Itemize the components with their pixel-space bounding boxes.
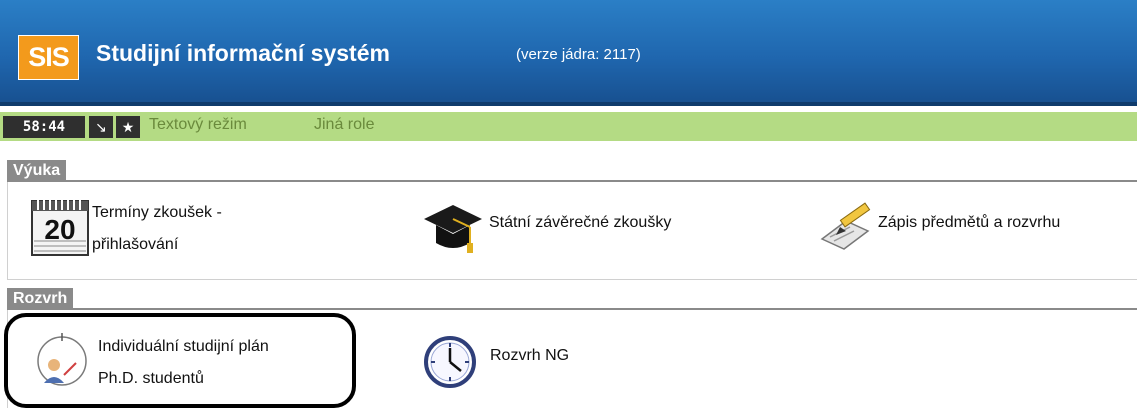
pencil-clipboard-icon [818, 201, 874, 262]
course-registration-item[interactable]: Zápis předmětů a rozvrhu [818, 201, 1060, 262]
course-registration-label: Zápis předmětů a rozvrhu [878, 214, 1061, 231]
schedule-ng-label: Rozvrh NG [490, 347, 570, 364]
exam-terms-label-2: přihlašování [92, 236, 179, 253]
section-label-rozvrh: Rozvrh [7, 288, 74, 309]
sis-logo[interactable]: SIS [18, 35, 79, 80]
app-title: Studijní informační systém [96, 40, 390, 66]
graduation-cap-icon [422, 201, 484, 264]
session-timer: 58:44 [3, 116, 85, 138]
logo-text: SIS [28, 42, 70, 72]
exam-terms-label-1: Termíny zkoušek - [92, 204, 222, 221]
other-role-link[interactable]: Jiná role [314, 116, 374, 134]
version-label: (verze jádra: 2117) [516, 46, 641, 63]
header-bottom-shade [0, 102, 1137, 106]
state-exams-label: Státní závěrečné zkoušky [489, 214, 672, 231]
favorite-star-icon[interactable]: ★ [116, 116, 140, 138]
state-exams-item[interactable]: Státní závěrečné zkoušky [422, 201, 671, 264]
app-header: SIS Studijní informační systém (verze já… [0, 0, 1137, 106]
calendar-20-icon: 20 [30, 197, 90, 262]
svg-text:20: 20 [44, 214, 75, 245]
exam-terms-item[interactable]: 20 Termíny zkoušek - přihlašování [30, 197, 222, 262]
highlight-circle-annotation [4, 313, 356, 408]
exam-terms-text: Termíny zkoušek - přihlašování [92, 197, 222, 261]
text-mode-link[interactable]: Textový režim [149, 116, 247, 134]
clock-icon [420, 332, 480, 397]
schedule-ng-item[interactable]: Rozvrh NG [420, 332, 569, 397]
section-label-vyuka: Výuka [7, 160, 67, 181]
minimize-arrow-icon[interactable]: ↘ [89, 116, 113, 138]
